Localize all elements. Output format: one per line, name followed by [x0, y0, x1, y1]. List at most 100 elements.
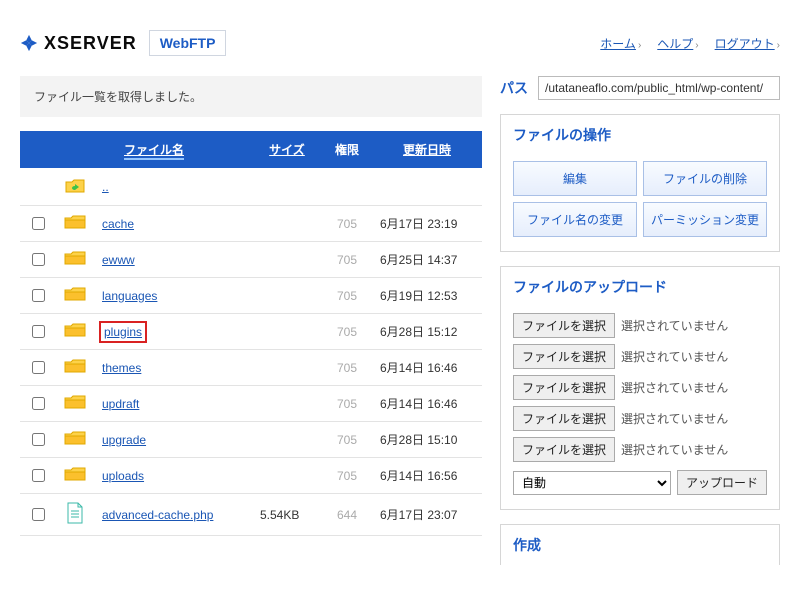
- table-row: advanced-cache.php5.54KB6446月17日 23:07: [20, 494, 482, 536]
- edit-button[interactable]: 編集: [513, 161, 637, 196]
- table-row: uploads7056月14日 16:56: [20, 458, 482, 494]
- row-checkbox[interactable]: [32, 361, 45, 374]
- file-name-link[interactable]: themes: [102, 361, 141, 375]
- link-home[interactable]: ホーム: [600, 37, 636, 51]
- table-row: updraft 7056月14日 16:46: [20, 386, 482, 422]
- no-file-label: 選択されていません: [621, 379, 728, 396]
- file-size: [252, 386, 322, 422]
- file-name-link[interactable]: cache: [102, 217, 134, 231]
- file-perm: 705: [322, 314, 372, 350]
- upload-title: ファイルのアップロード: [513, 277, 767, 303]
- chmod-button[interactable]: パーミッション変更: [643, 202, 767, 237]
- folder-icon: [64, 255, 86, 269]
- file-size: [252, 278, 322, 314]
- table-row: cache 7056月17日 23:19: [20, 206, 482, 242]
- file-name-link[interactable]: upgrade: [102, 433, 146, 447]
- file-ops-title: ファイルの操作: [513, 125, 767, 151]
- file-date: 6月28日 15:10: [372, 422, 482, 458]
- file-date: 6月25日 14:37: [372, 242, 482, 278]
- delete-button[interactable]: ファイルの削除: [643, 161, 767, 196]
- file-name-link[interactable]: languages: [102, 289, 157, 303]
- file-name-link[interactable]: uploads: [102, 469, 144, 483]
- file-size: [252, 314, 322, 350]
- file-perm: 705: [322, 458, 372, 494]
- link-help[interactable]: ヘルプ: [657, 37, 693, 51]
- create-title: 作成: [513, 535, 767, 561]
- path-label: パス: [500, 78, 528, 98]
- no-file-label: 選択されていません: [621, 317, 728, 334]
- folder-icon: [64, 471, 86, 485]
- folder-icon: [64, 327, 86, 341]
- create-panel: 作成: [500, 524, 780, 565]
- file-perm: 705: [322, 422, 372, 458]
- table-row: ewww 7056月25日 14:37: [20, 242, 482, 278]
- link-logout[interactable]: ログアウト: [715, 37, 775, 51]
- upload-slot: ファイルを選択選択されていません: [513, 375, 767, 400]
- file-perm: 705: [322, 242, 372, 278]
- path-input[interactable]: [538, 76, 780, 100]
- chevron-right-icon: ›: [777, 40, 780, 51]
- row-checkbox[interactable]: [32, 397, 45, 410]
- row-checkbox[interactable]: [32, 253, 45, 266]
- file-size: [252, 242, 322, 278]
- row-checkbox[interactable]: [32, 508, 45, 521]
- browse-button[interactable]: ファイルを選択: [513, 313, 615, 338]
- file-date: 6月14日 16:46: [372, 350, 482, 386]
- no-file-label: 選択されていません: [621, 348, 728, 365]
- file-perm: 705: [322, 206, 372, 242]
- table-row: languages 7056月19日 12:53: [20, 278, 482, 314]
- file-table: ファイル名 サイズ 権限 更新日時 ..: [20, 131, 482, 536]
- browse-button[interactable]: ファイルを選択: [513, 344, 615, 369]
- file-name-link[interactable]: ewww: [102, 253, 135, 267]
- file-perm: 644: [322, 494, 372, 536]
- file-perm: 705: [322, 278, 372, 314]
- parent-row: ..: [20, 168, 482, 206]
- file-perm: 705: [322, 350, 372, 386]
- file-size: [252, 422, 322, 458]
- file-date: 6月28日 15:12: [372, 314, 482, 350]
- row-checkbox[interactable]: [32, 289, 45, 302]
- row-checkbox[interactable]: [32, 325, 45, 338]
- upload-panel: ファイルのアップロード ファイルを選択選択されていませんファイルを選択選択されて…: [500, 266, 780, 510]
- col-header-date[interactable]: 更新日時: [403, 143, 451, 157]
- file-date: 6月17日 23:07: [372, 494, 482, 536]
- table-row: plugins 7056月28日 15:12: [20, 314, 482, 350]
- rename-button[interactable]: ファイル名の変更: [513, 202, 637, 237]
- file-date: 6月17日 23:19: [372, 206, 482, 242]
- folder-icon: [64, 291, 86, 305]
- file-date: 6月19日 12:53: [372, 278, 482, 314]
- chevron-right-icon: ›: [695, 40, 698, 51]
- col-header-size[interactable]: サイズ: [269, 143, 305, 157]
- file-date: 6月14日 16:46: [372, 386, 482, 422]
- upload-slot: ファイルを選択選択されていません: [513, 437, 767, 462]
- folder-icon: [64, 363, 86, 377]
- upload-button[interactable]: アップロード: [677, 470, 767, 495]
- file-name-link[interactable]: updraft: [102, 397, 139, 411]
- row-checkbox[interactable]: [32, 469, 45, 482]
- file-ops-panel: ファイルの操作 編集 ファイルの削除 ファイル名の変更 パーミッション変更: [500, 114, 780, 252]
- chevron-right-icon: ›: [638, 40, 641, 51]
- upload-slot: ファイルを選択選択されていません: [513, 406, 767, 431]
- header-links: ホーム› ヘルプ› ログアウト›: [600, 35, 780, 52]
- folder-icon: [64, 435, 86, 449]
- parent-link[interactable]: ..: [102, 180, 109, 194]
- col-header-perm: 権限: [335, 143, 359, 157]
- file-name-link[interactable]: advanced-cache.php: [102, 508, 213, 522]
- upload-slot: ファイルを選択選択されていません: [513, 344, 767, 369]
- browse-button[interactable]: ファイルを選択: [513, 375, 615, 400]
- file-perm: 705: [322, 386, 372, 422]
- notice-message: ファイル一覧を取得しました。: [20, 76, 482, 117]
- folder-icon: [64, 219, 86, 233]
- upload-slot: ファイルを選択選択されていません: [513, 313, 767, 338]
- encoding-select[interactable]: 自動: [513, 471, 671, 495]
- browse-button[interactable]: ファイルを選択: [513, 437, 615, 462]
- file-name-link[interactable]: plugins: [102, 324, 144, 340]
- col-header-name[interactable]: ファイル名: [124, 143, 184, 160]
- row-checkbox[interactable]: [32, 433, 45, 446]
- parent-folder-icon: [64, 176, 86, 194]
- product-name: WebFTP: [149, 30, 227, 56]
- table-row: upgrade 7056月28日 15:10: [20, 422, 482, 458]
- browse-button[interactable]: ファイルを選択: [513, 406, 615, 431]
- no-file-label: 選択されていません: [621, 410, 728, 427]
- row-checkbox[interactable]: [32, 217, 45, 230]
